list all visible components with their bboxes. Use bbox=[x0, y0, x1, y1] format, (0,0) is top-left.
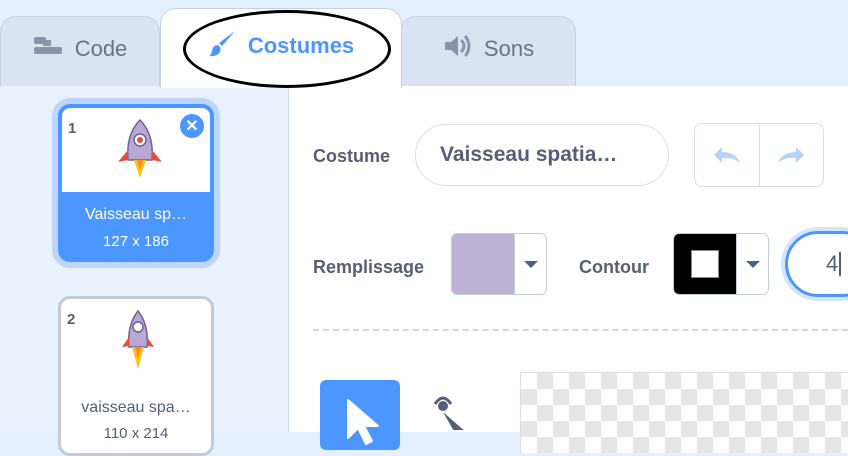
undo-button[interactable] bbox=[695, 124, 759, 186]
rocket-icon bbox=[122, 309, 154, 369]
tab-code-label: Code bbox=[74, 35, 128, 61]
reshape-icon bbox=[433, 396, 475, 440]
fill-color-picker[interactable] bbox=[451, 233, 547, 295]
chevron-down-icon bbox=[514, 234, 546, 294]
undo-icon bbox=[713, 147, 740, 163]
delete-icon[interactable]: ✕ bbox=[180, 114, 204, 138]
costume-name-input[interactable]: Vaisseau spatia… bbox=[415, 124, 669, 186]
paint-editor: Costume Vaisseau spatia… Remplissage Con… bbox=[289, 86, 848, 453]
costume-item-2[interactable]: 2 vaisseau spa… 110 x 214 bbox=[58, 296, 214, 456]
fill-label: Remplissage bbox=[313, 257, 425, 277]
outline-width-value: 4 bbox=[826, 251, 839, 276]
costume-number: 2 bbox=[67, 311, 76, 328]
fill-color-swatch bbox=[452, 234, 514, 294]
toolbar-divider bbox=[313, 329, 848, 331]
redo-button[interactable] bbox=[758, 124, 824, 186]
outline-width-input[interactable]: 4 bbox=[785, 231, 848, 297]
costume-item-1[interactable]: 1 ✕ Vaisseau sp… 127 x 186 bbox=[58, 104, 214, 262]
costume-name: Vaisseau sp… bbox=[85, 206, 187, 223]
costume-name: vaisseau spa… bbox=[81, 399, 191, 416]
outline-label: Contour bbox=[579, 257, 649, 277]
rocket-icon bbox=[118, 118, 162, 178]
drawing-canvas[interactable] bbox=[520, 372, 848, 453]
outline-color-picker[interactable] bbox=[673, 233, 769, 295]
speaker-icon bbox=[442, 33, 474, 65]
tab-sounds[interactable]: Sons bbox=[400, 16, 576, 86]
costume-size: 127 x 186 bbox=[103, 233, 169, 250]
tab-costumes[interactable]: Costumes bbox=[160, 8, 402, 88]
code-icon bbox=[33, 35, 65, 63]
costume-thumbnail bbox=[61, 299, 211, 383]
costume-size: 110 x 214 bbox=[103, 425, 169, 442]
undo-redo-group bbox=[694, 123, 824, 187]
redo-icon bbox=[778, 147, 805, 163]
tab-costumes-label: Costumes bbox=[247, 32, 355, 58]
tab-sounds-label: Sons bbox=[483, 35, 535, 61]
brush-icon bbox=[208, 28, 238, 64]
reshape-tool-button[interactable] bbox=[429, 390, 479, 440]
chevron-down-icon bbox=[736, 234, 768, 294]
costume-label: Costume bbox=[313, 146, 391, 166]
outline-color-swatch bbox=[674, 234, 736, 294]
costume-number: 1 bbox=[68, 120, 77, 137]
select-arrow-icon bbox=[347, 399, 379, 445]
select-tool-button[interactable] bbox=[320, 380, 400, 450]
tab-code[interactable]: Code bbox=[0, 16, 160, 86]
